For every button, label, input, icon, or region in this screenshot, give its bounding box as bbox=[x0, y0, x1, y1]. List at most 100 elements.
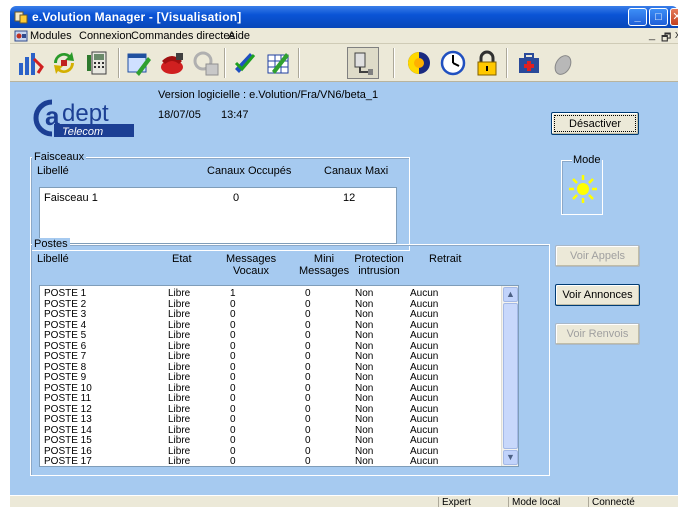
table-row[interactable]: POSTE 16 Libre 0 0 Non Aucun bbox=[40, 446, 500, 457]
table-row[interactable]: POSTE 10 Libre 0 0 Non Aucun bbox=[40, 382, 500, 394]
table-row[interactable]: POSTE 14 Libre 0 0 Non Aucun bbox=[40, 424, 500, 436]
visualisation-panel: a dept Telecom Version logicielle : e.Vo… bbox=[10, 82, 678, 495]
poste-libelle: POSTE 1 bbox=[44, 288, 87, 299]
table-row[interactable]: POSTE 6 Libre 0 0 Non Aucun bbox=[40, 340, 500, 352]
grid-edit-icon[interactable] bbox=[262, 47, 294, 79]
mdi-minimize-button[interactable]: _ bbox=[649, 29, 655, 41]
poste-protection: Non bbox=[355, 403, 374, 415]
poste-messages-vocaux: 0 bbox=[230, 309, 236, 320]
medical-case-icon[interactable] bbox=[513, 47, 545, 79]
poste-etat: Libre bbox=[168, 288, 191, 299]
postes-col-etat: Etat bbox=[172, 253, 192, 265]
table-row[interactable]: POSTE 17 Libre 0 0 Non Aucun bbox=[40, 457, 500, 467]
mode-indicator: Mode bbox=[561, 154, 603, 215]
poste-protection: Non bbox=[355, 382, 374, 394]
day-night-icon[interactable] bbox=[403, 47, 435, 79]
window-title: e.Volution Manager - [Visualisation] bbox=[32, 10, 242, 24]
table-row[interactable]: POSTE 12 Libre 0 0 Non Aucun bbox=[40, 403, 500, 415]
app-icon bbox=[14, 11, 28, 24]
menu-connexion[interactable]: Connexion bbox=[79, 30, 132, 42]
mdi-window-icon[interactable] bbox=[14, 30, 28, 42]
voir-annonces-button[interactable]: Voir Annonces bbox=[555, 284, 640, 306]
poste-mini-messages: 0 bbox=[305, 309, 311, 320]
poste-libelle: POSTE 9 bbox=[44, 372, 87, 383]
poste-protection: Non bbox=[355, 351, 374, 362]
postes-col-messages-vocaux: Messages Vocaux bbox=[226, 253, 277, 277]
poste-messages-vocaux: 0 bbox=[230, 330, 236, 341]
table-row[interactable]: POSTE 5 Libre 0 0 Non Aucun bbox=[40, 331, 500, 341]
mouse-icon[interactable] bbox=[547, 47, 579, 79]
clock-icon[interactable] bbox=[437, 47, 469, 79]
menu-modules[interactable]: Modules bbox=[30, 30, 72, 42]
postes-scrollbar[interactable]: ▲ ▼ bbox=[501, 286, 518, 466]
poste-protection: Non bbox=[355, 424, 374, 436]
menu-commandes-directes[interactable]: Commandes directes bbox=[131, 30, 235, 42]
poste-etat: Libre bbox=[168, 340, 191, 352]
poste-protection: Non bbox=[355, 414, 374, 425]
menu-aide[interactable]: Aide bbox=[228, 30, 250, 42]
bars-chart-icon[interactable] bbox=[14, 47, 46, 79]
table-row[interactable]: POSTE 3 Libre 0 0 Non Aucun bbox=[40, 310, 500, 320]
poste-messages-vocaux: 0 bbox=[230, 372, 236, 383]
table-row[interactable]: POSTE 7 Libre 0 0 Non Aucun bbox=[40, 352, 500, 362]
voir-renvois-button[interactable]: Voir Renvois bbox=[555, 323, 640, 345]
poste-libelle: POSTE 15 bbox=[44, 435, 92, 446]
maximize-button[interactable]: □ bbox=[649, 8, 668, 26]
poste-protection: Non bbox=[355, 330, 374, 341]
scroll-thumb[interactable] bbox=[503, 303, 518, 449]
poste-mini-messages: 0 bbox=[305, 372, 311, 383]
table-row[interactable]: POSTE 1 Libre 1 0 Non Aucun bbox=[40, 289, 500, 299]
poste-libelle: POSTE 6 bbox=[44, 340, 87, 352]
table-row[interactable]: POSTE 9 Libre 0 0 Non Aucun bbox=[40, 373, 500, 383]
poste-protection: Non bbox=[355, 309, 374, 320]
voir-appels-button[interactable]: Voir Appels bbox=[555, 245, 640, 267]
poste-etat: Libre bbox=[168, 330, 191, 341]
postes-col-mini-messages: Mini Messages bbox=[299, 253, 350, 277]
table-row[interactable]: POSTE 8 Libre 0 0 Non Aucun bbox=[40, 361, 500, 373]
poste-etat: Libre bbox=[168, 456, 191, 467]
table-row[interactable]: POSTE 11 Libre 0 0 Non Aucun bbox=[40, 394, 500, 404]
table-row[interactable]: POSTE 13 Libre 0 0 Non Aucun bbox=[40, 415, 500, 425]
table-row[interactable]: POSTE 2 Libre 0 0 Non Aucun bbox=[40, 298, 500, 310]
network-plug-icon[interactable] bbox=[347, 47, 379, 79]
poste-libelle: POSTE 12 bbox=[44, 403, 92, 415]
poste-retrait: Aucun bbox=[410, 330, 439, 341]
refresh-arrows-icon[interactable] bbox=[48, 47, 80, 79]
keypad-icon[interactable] bbox=[190, 47, 222, 79]
desactiver-button[interactable]: Désactiver bbox=[551, 112, 639, 135]
poste-retrait: Aucun bbox=[410, 351, 439, 362]
poste-protection: Non bbox=[355, 288, 374, 299]
poste-mini-messages: 0 bbox=[305, 393, 311, 404]
poste-messages-vocaux: 0 bbox=[230, 435, 236, 446]
close-button[interactable]: ✕ bbox=[670, 8, 678, 26]
list-item[interactable]: Faisceau 1 0 12 bbox=[44, 192, 394, 204]
poste-mini-messages: 0 bbox=[305, 361, 311, 373]
pen-check-icon[interactable] bbox=[228, 47, 260, 79]
poste-retrait: Aucun bbox=[410, 382, 439, 394]
window-edit-icon[interactable] bbox=[122, 47, 154, 79]
poste-mini-messages: 0 bbox=[305, 435, 311, 446]
software-version: Version logicielle : e.Volution/Fra/VN6/… bbox=[158, 89, 379, 101]
poste-mini-messages: 0 bbox=[305, 382, 311, 394]
poste-libelle: POSTE 2 bbox=[44, 298, 87, 310]
poste-retrait: Aucun bbox=[410, 372, 439, 383]
poste-mini-messages: 0 bbox=[305, 330, 311, 341]
poste-retrait: Aucun bbox=[410, 403, 439, 415]
red-phone-icon[interactable] bbox=[156, 47, 188, 79]
scroll-down-icon[interactable]: ▼ bbox=[503, 450, 518, 465]
mode-title: Mode bbox=[572, 154, 602, 166]
postes-list[interactable]: POSTE 1 Libre 1 0 Non Aucun POSTE 2 Libre 0 0 Non A… bbox=[39, 285, 519, 467]
phone-list-icon[interactable] bbox=[82, 47, 114, 79]
adept-telecom-logo: a dept Telecom bbox=[32, 96, 134, 138]
current-time: 13:47 bbox=[221, 109, 249, 121]
table-row[interactable]: POSTE 4 Libre 0 0 Non Aucun bbox=[40, 320, 500, 331]
postes-title: Postes bbox=[32, 238, 70, 250]
table-row[interactable]: POSTE 15 Libre 0 0 Non Aucun bbox=[40, 436, 500, 446]
title-bar[interactable]: e.Volution Manager - [Visualisation] _ □… bbox=[10, 6, 678, 28]
postes-group: Postes Libellé Etat Messages Vocaux Mini M… bbox=[30, 238, 550, 476]
padlock-icon[interactable] bbox=[471, 47, 503, 79]
minimize-button[interactable]: _ bbox=[628, 8, 647, 26]
faisceaux-list[interactable]: Faisceau 1 0 12 bbox=[39, 187, 397, 244]
poste-messages-vocaux: 0 bbox=[230, 351, 236, 362]
scroll-up-icon[interactable]: ▲ bbox=[503, 287, 518, 302]
